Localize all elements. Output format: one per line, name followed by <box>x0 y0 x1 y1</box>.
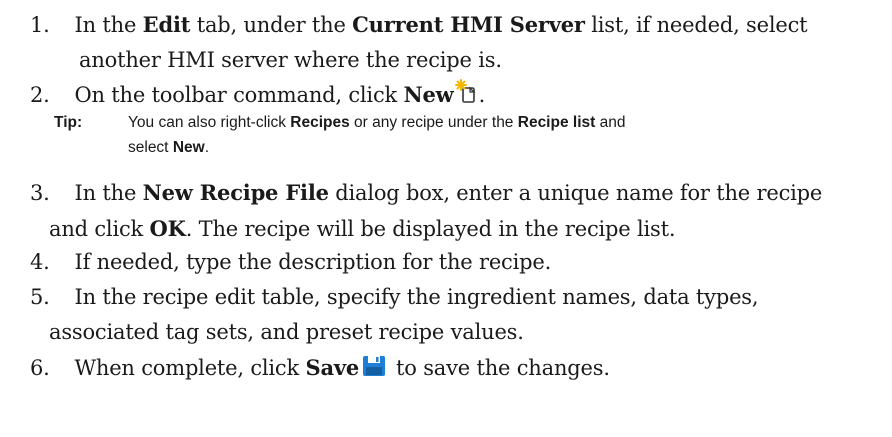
step-number: 1. <box>30 13 50 37</box>
step-4: 4. If needed, type the description for t… <box>30 245 880 280</box>
step-number: 2. <box>30 83 50 107</box>
step-continuation: and click OK. The recipe will be display… <box>49 216 676 241</box>
step-2: 2. On the toolbar command, click New . <box>30 77 880 113</box>
new-command-ref: New <box>403 82 454 107</box>
ok-button-ref: OK <box>149 216 186 241</box>
step-number: 4. <box>30 250 50 274</box>
step-continuation: another HMI server where the recipe is. <box>79 48 502 72</box>
step-text: In the <box>74 13 143 37</box>
step-1: 1. In the Edit tab, under the Current HM… <box>30 7 880 78</box>
tip-label: Tip: <box>54 114 83 131</box>
save-icon <box>362 353 386 376</box>
step-text: In the recipe edit table, specify the in… <box>74 285 759 309</box>
tip-text: You can also right-click Recipes or any … <box>128 114 626 156</box>
recipes-ref: Recipes <box>290 114 350 131</box>
new-recipe-icon <box>454 79 479 105</box>
step-3: 3. In the New Recipe File dialog box, en… <box>30 175 880 247</box>
step-text: If needed, type the description for the … <box>74 250 552 274</box>
step-number: 6. <box>30 356 50 380</box>
step-number: 3. <box>30 181 50 205</box>
save-command-ref: Save <box>305 355 360 380</box>
new-recipe-file-ref: New Recipe File <box>142 180 329 205</box>
current-hmi-server-ref: Current HMI Server <box>352 12 585 37</box>
new-ref: New <box>172 139 205 156</box>
step-number: 5. <box>30 285 50 309</box>
step-6: 6. When complete, click Save to save the… <box>30 350 880 386</box>
recipe-list-ref: Recipe list <box>517 114 596 131</box>
edit-tab-ref: Edit <box>142 12 191 37</box>
step-5: 5. In the recipe edit table, specify the… <box>30 280 880 350</box>
step-continuation: associated tag sets, and preset recipe v… <box>49 320 524 344</box>
